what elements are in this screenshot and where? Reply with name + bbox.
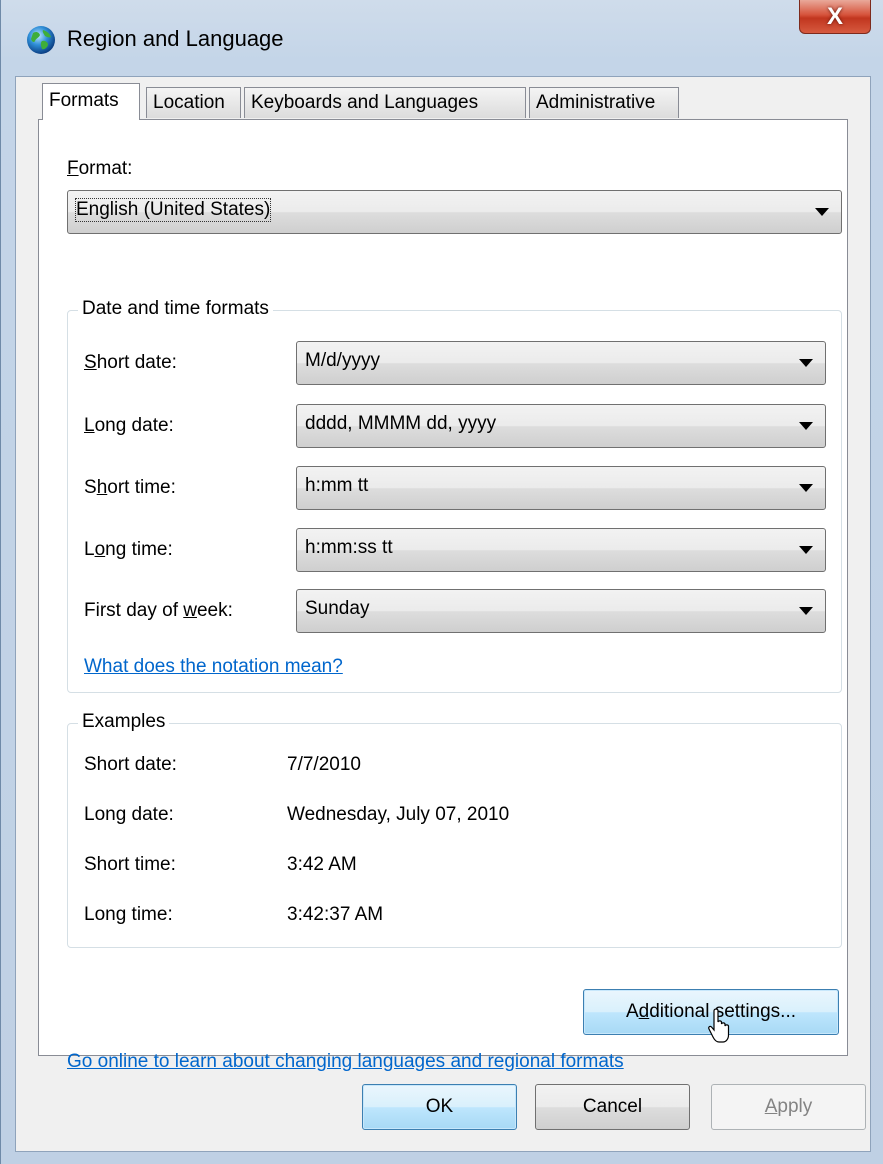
example-short-date-label: Short date:: [84, 754, 177, 775]
tab-administrative[interactable]: Administrative: [529, 87, 679, 118]
example-short-time-value: 3:42 AM: [287, 854, 357, 875]
short-time-label: Short time:: [84, 477, 176, 498]
region-language-window: Region and Language X Formats Location K…: [0, 0, 883, 1164]
window-title: Region and Language: [67, 26, 284, 51]
short-date-dropdown[interactable]: M/d/yyyy: [296, 341, 826, 385]
short-date-value: M/d/yyyy: [305, 350, 380, 371]
tab-location[interactable]: Location: [146, 87, 241, 118]
ok-button[interactable]: OK: [362, 1084, 517, 1130]
examples-title: Examples: [78, 711, 170, 733]
long-time-dropdown[interactable]: h:mm:ss tt: [296, 528, 826, 572]
ok-label: OK: [425, 1096, 454, 1117]
dropdown-arrow-icon: [799, 607, 813, 615]
first-day-of-week-label: First day of week:: [84, 600, 233, 621]
close-icon: X: [826, 2, 843, 30]
globe-icon: [27, 26, 55, 54]
format-value: English (United States): [74, 198, 272, 222]
dropdown-arrow-icon: [799, 546, 813, 554]
mouse-cursor-icon: [708, 1008, 730, 1043]
cancel-button[interactable]: Cancel: [535, 1084, 690, 1130]
dropdown-arrow-icon: [815, 208, 829, 216]
example-long-date-value: Wednesday, July 07, 2010: [287, 804, 510, 825]
date-time-formats-group: Date and time formats Short date: M/d/yy…: [67, 298, 842, 693]
long-date-label: Long date:: [84, 415, 174, 436]
tab-administrative-label: Administrative: [536, 92, 656, 113]
tab-keyboards-label: Keyboards and Languages: [251, 92, 479, 113]
notation-help-link[interactable]: What does the notation mean?: [84, 656, 343, 678]
tab-keyboards-languages[interactable]: Keyboards and Languages: [244, 87, 526, 118]
dropdown-arrow-icon: [799, 422, 813, 430]
dropdown-arrow-icon: [799, 484, 813, 492]
apply-button[interactable]: Apply: [711, 1084, 866, 1130]
example-short-time-label: Short time:: [84, 854, 176, 875]
example-long-date-label: Long date:: [84, 804, 174, 825]
example-short-date-value: 7/7/2010: [287, 754, 361, 775]
online-help-link[interactable]: Go online to learn about changing langua…: [67, 1051, 624, 1073]
formats-tab-panel: Format: English (United States) Date and…: [38, 119, 848, 1072]
tab-location-label: Location: [153, 92, 225, 113]
long-time-value: h:mm:ss tt: [305, 537, 393, 558]
title-bar[interactable]: Region and Language X: [1, 0, 883, 76]
example-long-time-value: 3:42:37 AM: [287, 904, 384, 925]
long-time-label: Long time:: [84, 539, 173, 560]
first-day-of-week-value: Sunday: [305, 598, 370, 619]
format-dropdown[interactable]: English (United States): [67, 190, 842, 234]
format-label: Format:: [67, 158, 133, 179]
date-time-formats-title: Date and time formats: [78, 298, 273, 320]
short-time-value: h:mm tt: [305, 475, 369, 496]
first-day-of-week-dropdown[interactable]: Sunday: [296, 589, 826, 633]
cancel-label: Cancel: [582, 1096, 643, 1117]
short-date-label: Short date:: [84, 352, 177, 373]
dialog-client: Formats Location Keyboards and Languages…: [15, 76, 871, 1152]
examples-group: Examples Short date: 7/7/2010 Long date:…: [67, 711, 842, 948]
close-button[interactable]: X: [799, 0, 871, 34]
dropdown-arrow-icon: [799, 359, 813, 367]
example-long-time-label: Long time:: [84, 904, 173, 925]
short-time-dropdown[interactable]: h:mm tt: [296, 466, 826, 510]
tab-formats-label: Formats: [49, 90, 119, 111]
long-date-dropdown[interactable]: dddd, MMMM dd, yyyy: [296, 404, 826, 448]
tab-formats[interactable]: Formats: [42, 83, 140, 120]
long-date-value: dddd, MMMM dd, yyyy: [305, 413, 497, 434]
apply-label: Apply: [764, 1096, 813, 1117]
